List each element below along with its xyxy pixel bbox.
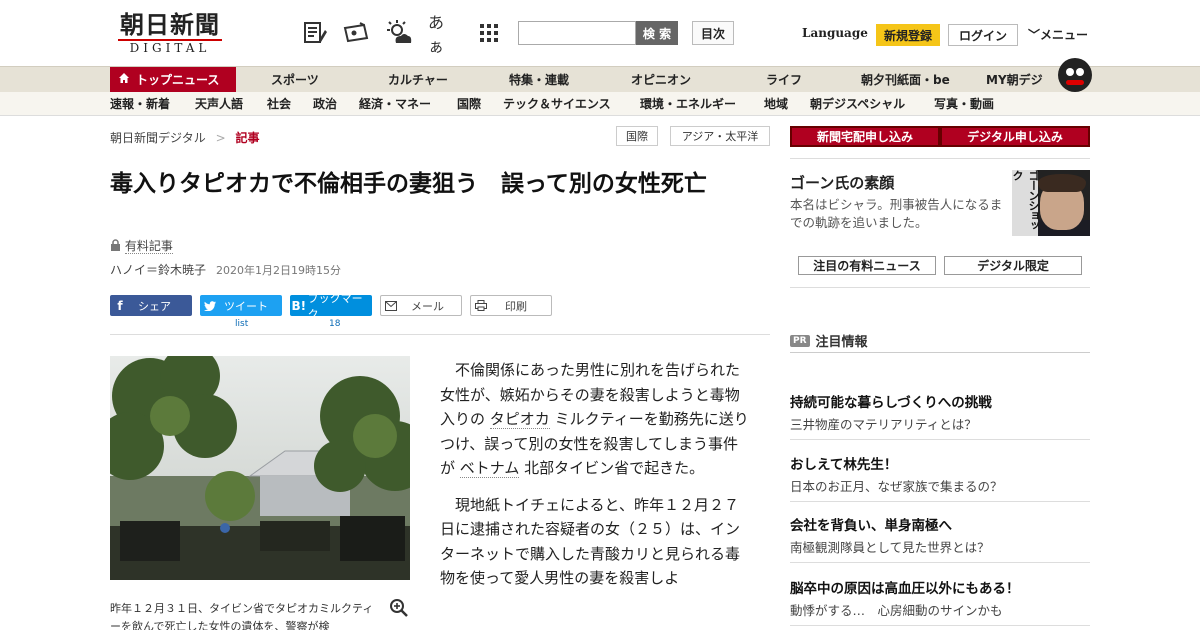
divider [790,158,1090,159]
language-link[interactable]: Language [802,26,868,40]
zoom-icon[interactable] [389,598,409,623]
nav-top-news[interactable]: トップニュース [110,67,236,92]
nav2-breaking[interactable]: 速報・新着 [110,92,170,115]
search-button[interactable]: 検 索 [636,21,678,45]
breadcrumb: 朝日新聞デジタル > 記事 [110,129,260,146]
paid-label-text: 有料記事 [124,239,173,254]
nav2-international[interactable]: 国際 [457,92,481,115]
register-button[interactable]: 新規登録 [876,24,940,46]
paragraph: 不倫関係にあった男性に別れを告げられた女性が、嫉妬からその妻を殺害しようと毒物入… [440,361,749,478]
facebook-icon: f [117,298,123,313]
paper-edit-icon[interactable] [300,18,330,48]
pr-item[interactable]: 会社を背負い、単身南極へ 南極観測隊員として見た世界とは？ [790,517,1090,563]
nav-life[interactable]: ライフ [766,67,802,92]
featured-paid-news-button[interactable]: 注目の有料ニュース [798,256,936,275]
feature-image-text: ゴーンショック [1012,170,1040,236]
article-body: 不倫関係にあった男性に別れを告げられた女性が、嫉妬からその妻を殺害しようと毒物入… [440,358,750,603]
photo-caption: 昨年１２月３１日、タイビン省でタピオカミルクティーを飲んで死亡した女性の遺体を、… [110,602,374,630]
newspaper-subscribe-button[interactable]: 新聞宅配申し込み [790,126,940,147]
logo-main-text: 朝日新聞 [120,10,220,39]
weather-icon[interactable] [384,18,414,48]
site-logo[interactable]: 朝日新聞 DIGITAL [110,12,230,56]
pr-badge: PR [790,334,810,347]
author: ハノイ＝鈴木暁子 [110,263,207,277]
menu-button[interactable]: ﹀メニュー [1028,26,1088,43]
twitter-share-label: ツイート [224,299,268,313]
nav2-tenseijingo[interactable]: 天声人語 [195,92,243,115]
twitter-share-button[interactable]: ツイート [200,295,282,316]
facebook-share-label: シェア [138,299,171,313]
pr-item[interactable]: おしえて林先生！ 日本のお正月、なぜ家族で集まるの？ [790,456,1090,502]
byline: ハノイ＝鈴木暁子 2020年1月2日19時15分 [110,261,341,278]
primary-nav: トップニュース スポーツ カルチャー 特集・連載 オピニオン ライフ 朝夕刊紙面… [0,66,1200,92]
ticket-icon[interactable] [341,18,371,48]
hatena-label: ブックマーク [307,291,363,321]
nav2-special[interactable]: 朝デジスペシャル [810,92,905,115]
nav-my-asadigi[interactable]: MY朝デジ [986,67,1043,92]
divider [790,287,1090,288]
pr-title: 注目情報 [815,335,868,350]
nav2-politics[interactable]: 政治 [313,92,337,115]
mail-share-button[interactable]: メール [380,295,462,316]
hatena-bookmark-button[interactable]: B! ブックマーク [290,292,372,321]
feature-description: 本名はビシャラ。刑事被告人になるまでの軌跡を追いました。 [790,197,1003,230]
feature-title[interactable]: ゴーン氏の素顔 [790,172,894,193]
nav2-photo[interactable]: 写真・動画 [934,92,994,115]
link-vietnam[interactable]: ベトナム [459,459,520,478]
lock-icon [110,239,125,253]
nav2-economy[interactable]: 経済・マネー [359,92,431,115]
nav2-environment[interactable]: 環境・エネルギー [640,92,736,115]
nav2-region[interactable]: 地域 [764,92,788,115]
home-icon [118,72,130,87]
breadcrumb-home[interactable]: 朝日新聞デジタル [110,131,206,145]
facebook-share-button[interactable]: f シェア [110,295,192,316]
article-title: 毒入りタピオカで不倫相手の妻狙う 誤って別の女性死亡 [110,171,707,197]
login-button[interactable]: ログイン [948,24,1018,46]
print-button[interactable]: 印刷 [470,295,552,316]
secondary-nav: 速報・新着 天声人語 社会 政治 経済・マネー 国際 テック＆サイエンス 環境・… [0,92,1200,116]
hatena-icon: B! [291,298,307,313]
pr-item[interactable]: 脳卒中の原因は高血圧以外にもある！ 動悸がする… 心房細動のサインかも [790,580,1090,626]
divider [110,334,770,335]
hatena-count[interactable]: 18 [329,319,340,329]
nav-label: トップニュース [136,73,220,87]
print-icon [471,295,491,316]
nav-sports[interactable]: スポーツ [271,67,319,92]
tag-international[interactable]: 国際 [616,126,658,146]
mail-icon [381,295,401,316]
digital-subscribe-button[interactable]: デジタル申し込み [940,126,1090,147]
font-size-text: あぁ [428,13,445,56]
index-button[interactable]: 目次 [692,21,734,45]
nav-opinion[interactable]: オピニオン [631,67,691,92]
breadcrumb-current: 記事 [235,131,260,145]
publish-date: 2020年1月2日19時15分 [216,264,342,277]
mail-label: メール [411,299,444,313]
paragraph: 現地紙トイチェによると、昨年１２月２７日に逮捕された容疑者の女（２５）は、インタ… [440,495,741,588]
logo-sub-text: DIGITAL [118,39,222,55]
nav-paper[interactable]: 朝夕刊紙面・be [861,67,950,92]
menu-label: メニュー [1040,28,1089,42]
breadcrumb-sep: > [215,131,226,145]
nav2-tech[interactable]: テック＆サイエンス [503,92,611,115]
twitter-icon [200,295,220,316]
chevron-down-icon: ﹀ [1028,28,1041,42]
search-input[interactable] [518,21,636,45]
divider [790,352,1090,353]
pr-section-heading: PR 注目情報 [790,331,868,350]
nav-features[interactable]: 特集・連載 [509,67,569,92]
twitter-count[interactable]: list [235,319,248,329]
grid-apps-icon[interactable] [474,18,504,48]
print-label: 印刷 [505,299,527,313]
paid-article-label: 有料記事 [110,237,173,254]
feature-image[interactable]: ゴーンショック [1012,170,1090,236]
nav-culture[interactable]: カルチャー [388,67,448,92]
tag-asia-pacific[interactable]: アジア・太平洋 [670,126,770,146]
nav2-society[interactable]: 社会 [267,92,291,115]
font-size-icon[interactable]: あぁ [428,13,458,56]
digital-only-button[interactable]: デジタル限定 [944,256,1082,275]
link-tapioca[interactable]: タピオカ [489,410,550,429]
pr-item[interactable]: 持続可能な暮らしづくりへの挑戦 三井物産のマテリアリティとは？ [790,394,1090,440]
article-photo[interactable] [110,356,410,580]
mascot-icon[interactable] [1058,58,1092,92]
